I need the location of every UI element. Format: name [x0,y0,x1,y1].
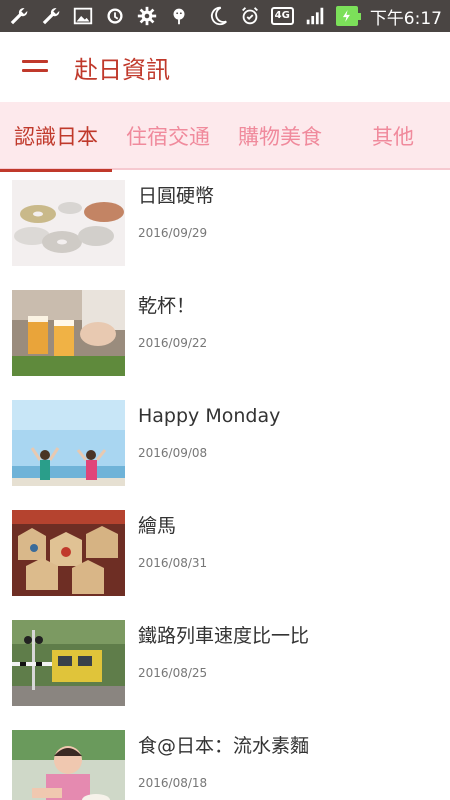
tab-shopping-food[interactable]: 購物美食 [224,102,336,170]
article-title: 日圓硬幣 [138,185,215,207]
article-title: 鐵路列車速度比一比 [138,625,310,647]
wrench-icon [8,5,30,27]
article-date: 2016/08/18 [138,776,208,790]
image-icon [72,5,94,27]
signal-icon [304,5,326,27]
article-list: 日圓硬幣 2016/09/29 乾杯！ 2016/09/22 Happy Mon… [0,172,450,800]
wrench-icon [40,5,62,27]
beach-people-photo [12,400,125,486]
list-item-text: Happy Monday 2016/09/08 [138,400,280,460]
article-date: 2016/09/29 [138,226,208,240]
alarm-icon [239,5,261,27]
article-date: 2016/08/31 [138,556,208,570]
status-time: 下午6:17 [369,8,442,29]
list-item-text: 日圓硬幣 2016/09/29 [138,180,214,240]
hamburger-menu-icon[interactable] [0,32,70,102]
tab-know-japan[interactable]: 認識日本 [0,102,112,172]
app-title: 赴日資訊 [74,55,170,84]
status-left-icons [8,0,190,32]
list-item[interactable]: 繪馬 2016/08/31 [0,502,450,612]
tab-others[interactable]: 其他 [336,102,450,170]
app-bar: 赴日資訊 [0,32,450,102]
gear-icon [136,5,158,27]
android-icon [168,5,190,27]
article-title: Happy Monday [138,405,281,427]
sync-icon [104,5,126,27]
list-item[interactable]: 日圓硬幣 2016/09/29 [0,172,450,282]
status-bar: 4G 下午6:17 [0,0,450,32]
status-right-icons: 4G 下午6:17 [207,0,442,32]
train-crossing-photo [12,620,125,706]
list-item[interactable]: Happy Monday 2016/09/08 [0,392,450,502]
article-date: 2016/09/08 [138,446,208,460]
battery-icon [335,6,361,26]
list-item[interactable]: 鐵路列車速度比一比 2016/08/25 [0,612,450,722]
list-item-text: 食@日本：流水素麵 2016/08/18 [138,730,309,790]
moon-icon [207,5,229,27]
list-item-text: 繪馬 2016/08/31 [138,510,207,570]
article-date: 2016/09/22 [138,336,208,350]
beer-toast-photo [12,290,125,376]
article-title: 食@日本：流水素麵 [138,735,310,757]
list-item-text: 鐵路列車速度比一比 2016/08/25 [138,620,309,680]
tab-lodging-transport[interactable]: 住宿交通 [112,102,224,170]
child-noodles-photo [12,730,125,800]
ema-plaques-photo [12,510,125,596]
list-item[interactable]: 乾杯！ 2016/09/22 [0,282,450,392]
article-title: 乾杯！ [138,295,196,317]
article-title: 繪馬 [138,515,177,537]
article-date: 2016/08/25 [138,666,208,680]
category-tabs: 認識日本 住宿交通 購物美食 其他 [0,102,450,172]
list-item-text: 乾杯！ 2016/09/22 [138,290,207,350]
list-item[interactable]: 食@日本：流水素麵 2016/08/18 [0,722,450,800]
coins-photo [12,180,125,266]
network-badge: 4G [270,7,294,25]
